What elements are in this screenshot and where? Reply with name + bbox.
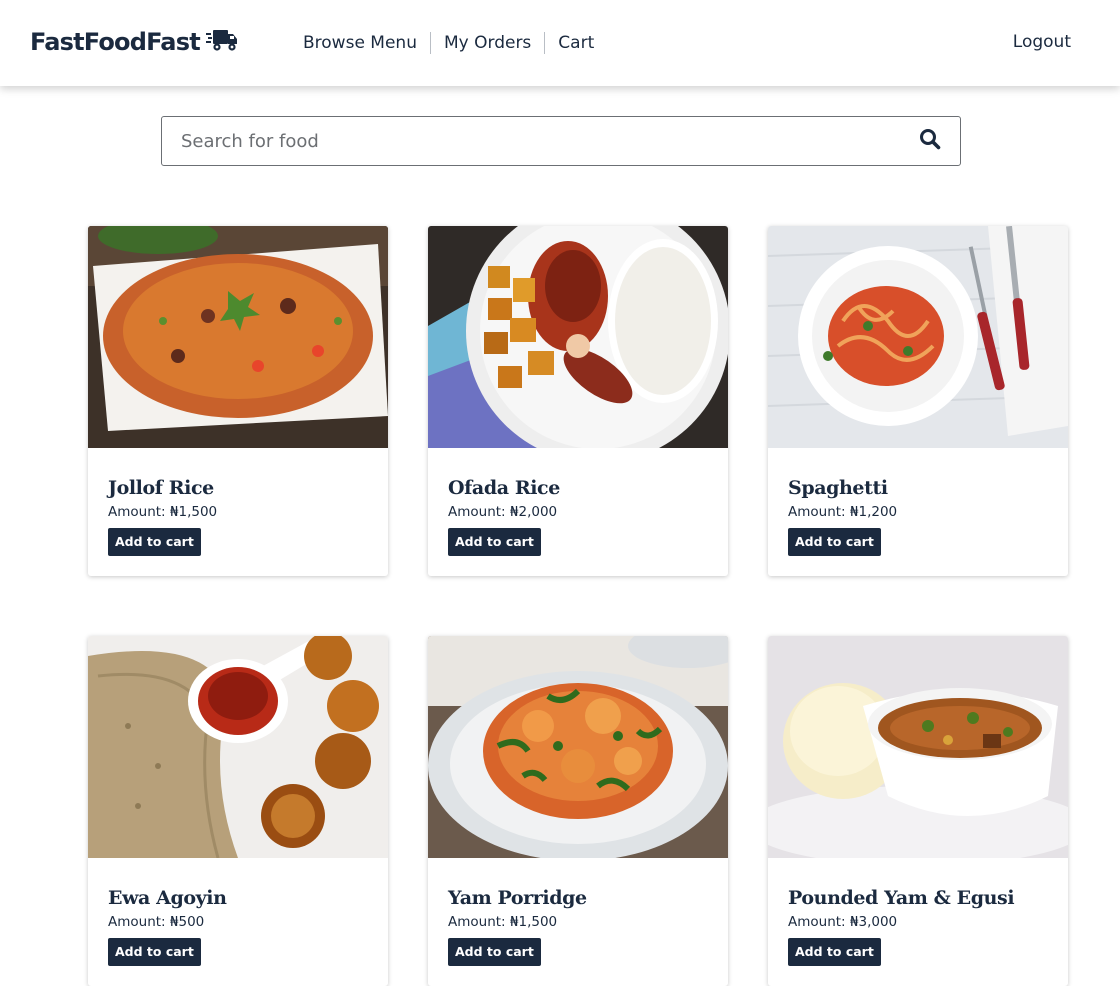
main-nav: Browse Menu My Orders Cart xyxy=(290,28,607,58)
search-input[interactable] xyxy=(162,119,900,163)
add-to-cart-button[interactable]: Add to cart xyxy=(788,528,881,556)
yam-porridge-photo[interactable] xyxy=(428,636,728,858)
nav-browse-menu[interactable]: Browse Menu xyxy=(290,28,430,58)
item-price: ₦1,500 xyxy=(509,914,558,930)
menu-card: Pounded Yam & Egusi Amount: ₦3,000 Add t… xyxy=(768,636,1068,986)
item-name: Jollof Rice xyxy=(108,477,214,499)
spaghetti-photo[interactable] xyxy=(768,226,1068,448)
item-name: Yam Porridge xyxy=(448,887,587,909)
item-name: Ofada Rice xyxy=(448,477,560,499)
search-button[interactable] xyxy=(900,118,960,164)
item-amount: Amount: ₦1,200 xyxy=(788,503,1048,521)
top-navbar: FastFoodFast Browse Menu My Orders Cart … xyxy=(0,0,1120,86)
amount-label: Amount: xyxy=(788,914,846,930)
amount-label: Amount: xyxy=(108,914,166,930)
item-price: ₦2,000 xyxy=(509,504,558,520)
item-name: Pounded Yam & Egusi xyxy=(788,887,1015,909)
logo-text: FastFoodFast xyxy=(30,28,201,56)
ewa-agoyin-photo[interactable] xyxy=(88,636,388,858)
menu-grid: Jollof Rice Amount: ₦1,500 Add to cart O… xyxy=(88,226,1068,986)
menu-card: Ewa Agoyin Amount: ₦500 Add to cart xyxy=(88,636,388,986)
add-to-cart-button[interactable]: Add to cart xyxy=(108,938,201,966)
menu-card: Spaghetti Amount: ₦1,200 Add to cart xyxy=(768,226,1068,576)
item-amount: Amount: ₦1,500 xyxy=(448,913,708,931)
menu-card: Yam Porridge Amount: ₦1,500 Add to cart xyxy=(428,636,728,986)
nav-cart[interactable]: Cart xyxy=(545,28,607,58)
add-to-cart-button[interactable]: Add to cart xyxy=(108,528,201,556)
item-price: ₦3,000 xyxy=(849,914,898,930)
amount-label: Amount: xyxy=(788,504,846,520)
jollof-rice-photo[interactable] xyxy=(88,226,388,448)
amount-label: Amount: xyxy=(448,914,506,930)
item-name: Ewa Agoyin xyxy=(108,887,227,909)
menu-card: Ofada Rice Amount: ₦2,000 Add to cart xyxy=(428,226,728,576)
delivery-truck-icon xyxy=(205,27,238,57)
item-price: ₦1,500 xyxy=(169,504,218,520)
add-to-cart-button[interactable]: Add to cart xyxy=(448,938,541,966)
logout-link[interactable]: Logout xyxy=(1013,32,1071,52)
item-name: Spaghetti xyxy=(788,477,888,499)
item-amount: Amount: ₦2,000 xyxy=(448,503,708,521)
item-price: ₦500 xyxy=(169,914,205,930)
item-amount: Amount: ₦1,500 xyxy=(108,503,368,521)
amount-label: Amount: xyxy=(108,504,166,520)
add-to-cart-button[interactable]: Add to cart xyxy=(448,528,541,556)
pounded-yam-egusi-photo[interactable] xyxy=(768,636,1068,858)
add-to-cart-button[interactable]: Add to cart xyxy=(788,938,881,966)
search-icon xyxy=(919,128,941,154)
menu-card: Jollof Rice Amount: ₦1,500 Add to cart xyxy=(88,226,388,576)
ofada-rice-photo[interactable] xyxy=(428,226,728,448)
item-amount: Amount: ₦500 xyxy=(108,913,368,931)
amount-label: Amount: xyxy=(448,504,506,520)
nav-my-orders[interactable]: My Orders xyxy=(431,28,544,58)
item-amount: Amount: ₦3,000 xyxy=(788,913,1048,931)
search-bar xyxy=(161,116,961,166)
item-price: ₦1,200 xyxy=(849,504,898,520)
brand-logo[interactable]: FastFoodFast xyxy=(30,27,238,57)
